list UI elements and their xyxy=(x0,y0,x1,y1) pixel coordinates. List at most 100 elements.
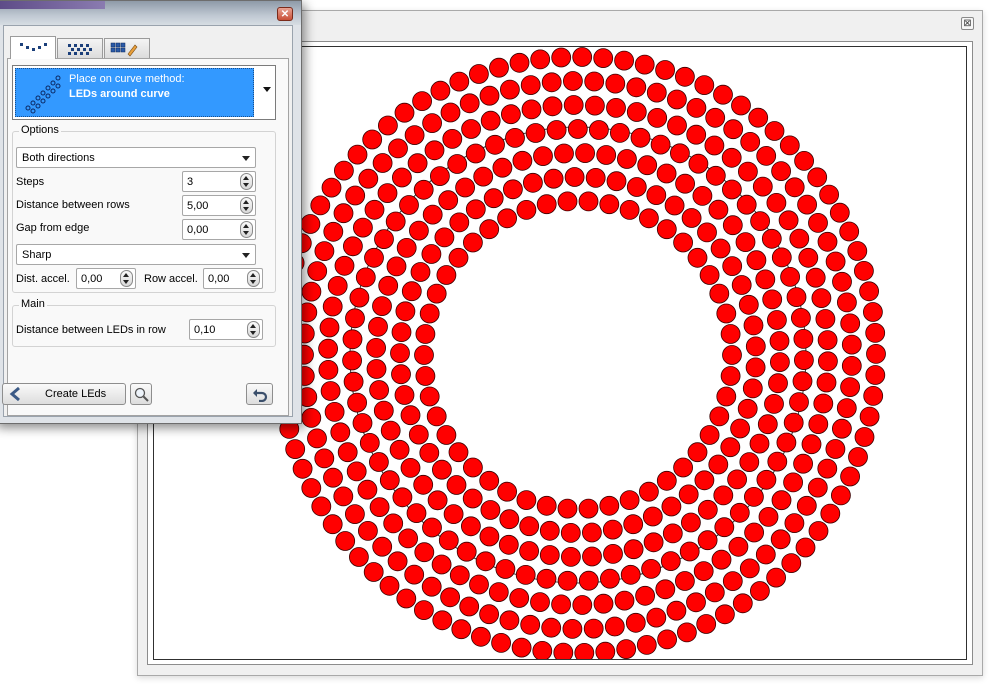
led[interactable] xyxy=(661,496,682,517)
led[interactable] xyxy=(704,582,725,603)
led[interactable] xyxy=(395,301,416,322)
led[interactable] xyxy=(708,199,729,220)
led[interactable] xyxy=(656,163,677,184)
led[interactable] xyxy=(619,199,640,220)
led[interactable] xyxy=(694,470,715,491)
led[interactable] xyxy=(863,302,883,322)
tab-grid-edit[interactable] xyxy=(104,38,150,58)
led[interactable] xyxy=(389,439,410,460)
distance-leds-spinbox[interactable]: 0,10 xyxy=(189,319,263,340)
led[interactable] xyxy=(783,472,803,493)
led[interactable] xyxy=(572,595,593,615)
led[interactable] xyxy=(603,543,623,564)
led[interactable] xyxy=(609,123,630,143)
led[interactable] xyxy=(324,401,345,422)
led[interactable] xyxy=(602,519,623,540)
led[interactable] xyxy=(646,82,667,103)
led[interactable] xyxy=(606,171,627,192)
led[interactable] xyxy=(285,439,306,460)
led[interactable] xyxy=(784,513,805,534)
led[interactable] xyxy=(539,545,560,565)
led[interactable] xyxy=(385,211,406,232)
led[interactable] xyxy=(840,313,861,334)
led[interactable] xyxy=(752,176,773,197)
led[interactable] xyxy=(431,554,452,575)
led[interactable] xyxy=(400,457,421,478)
led[interactable] xyxy=(374,229,394,250)
led[interactable] xyxy=(443,504,464,525)
led[interactable] xyxy=(560,546,581,567)
led[interactable] xyxy=(755,269,776,290)
led[interactable] xyxy=(756,146,777,166)
led[interactable] xyxy=(430,80,451,101)
led[interactable] xyxy=(816,372,837,393)
led[interactable] xyxy=(582,546,602,567)
led[interactable] xyxy=(596,145,617,165)
led[interactable] xyxy=(462,488,483,509)
led[interactable] xyxy=(451,619,472,640)
led[interactable] xyxy=(599,568,620,589)
led[interactable] xyxy=(465,199,486,220)
led[interactable] xyxy=(727,469,747,490)
led[interactable] xyxy=(421,244,442,264)
led[interactable] xyxy=(372,153,393,173)
led[interactable] xyxy=(498,534,519,555)
led[interactable] xyxy=(699,425,720,445)
led[interactable] xyxy=(693,561,714,581)
led[interactable] xyxy=(854,427,875,447)
led[interactable] xyxy=(333,160,354,181)
led[interactable] xyxy=(543,168,564,189)
led[interactable] xyxy=(560,522,581,543)
led[interactable] xyxy=(795,537,816,558)
led[interactable] xyxy=(488,582,509,602)
led[interactable] xyxy=(738,161,758,182)
led[interactable] xyxy=(794,151,814,171)
led[interactable] xyxy=(465,143,486,164)
curve-method-selected-item[interactable]: Place on curve method: LEDs around curve xyxy=(15,68,254,117)
led[interactable] xyxy=(744,486,764,507)
led[interactable] xyxy=(462,232,483,253)
led[interactable] xyxy=(705,165,726,186)
led[interactable] xyxy=(424,140,445,161)
led[interactable] xyxy=(364,247,384,268)
led[interactable] xyxy=(352,413,373,433)
led[interactable] xyxy=(398,528,419,549)
led[interactable] xyxy=(345,185,366,206)
led[interactable] xyxy=(626,177,647,197)
led[interactable] xyxy=(322,296,343,317)
led[interactable] xyxy=(666,600,687,621)
led[interactable] xyxy=(825,439,846,459)
led[interactable] xyxy=(368,316,388,337)
led[interactable] xyxy=(583,618,604,639)
led[interactable] xyxy=(343,371,364,392)
led[interactable] xyxy=(771,247,792,268)
led[interactable] xyxy=(475,551,496,572)
led[interactable] xyxy=(372,536,393,557)
led[interactable] xyxy=(440,587,461,608)
led[interactable] xyxy=(536,495,557,516)
led[interactable] xyxy=(776,432,797,453)
led[interactable] xyxy=(492,157,513,178)
chevron-down-icon[interactable] xyxy=(263,87,271,92)
led[interactable] xyxy=(322,514,343,535)
led[interactable] xyxy=(746,250,767,271)
led[interactable] xyxy=(808,212,828,233)
led[interactable] xyxy=(460,516,481,537)
led[interactable] xyxy=(459,93,480,114)
led[interactable] xyxy=(820,503,841,524)
led[interactable] xyxy=(646,185,667,206)
led[interactable] xyxy=(808,414,829,435)
corner-mode-combo[interactable]: Sharp xyxy=(16,244,256,265)
led[interactable] xyxy=(750,211,770,232)
led[interactable] xyxy=(815,309,836,329)
led[interactable] xyxy=(436,425,457,445)
led[interactable] xyxy=(771,490,792,511)
led[interactable] xyxy=(708,454,729,475)
led[interactable] xyxy=(495,559,516,579)
led[interactable] xyxy=(363,562,384,582)
led[interactable] xyxy=(292,458,313,479)
led[interactable] xyxy=(352,217,373,238)
led[interactable] xyxy=(761,228,782,249)
led[interactable] xyxy=(744,522,764,543)
led[interactable] xyxy=(546,120,567,140)
